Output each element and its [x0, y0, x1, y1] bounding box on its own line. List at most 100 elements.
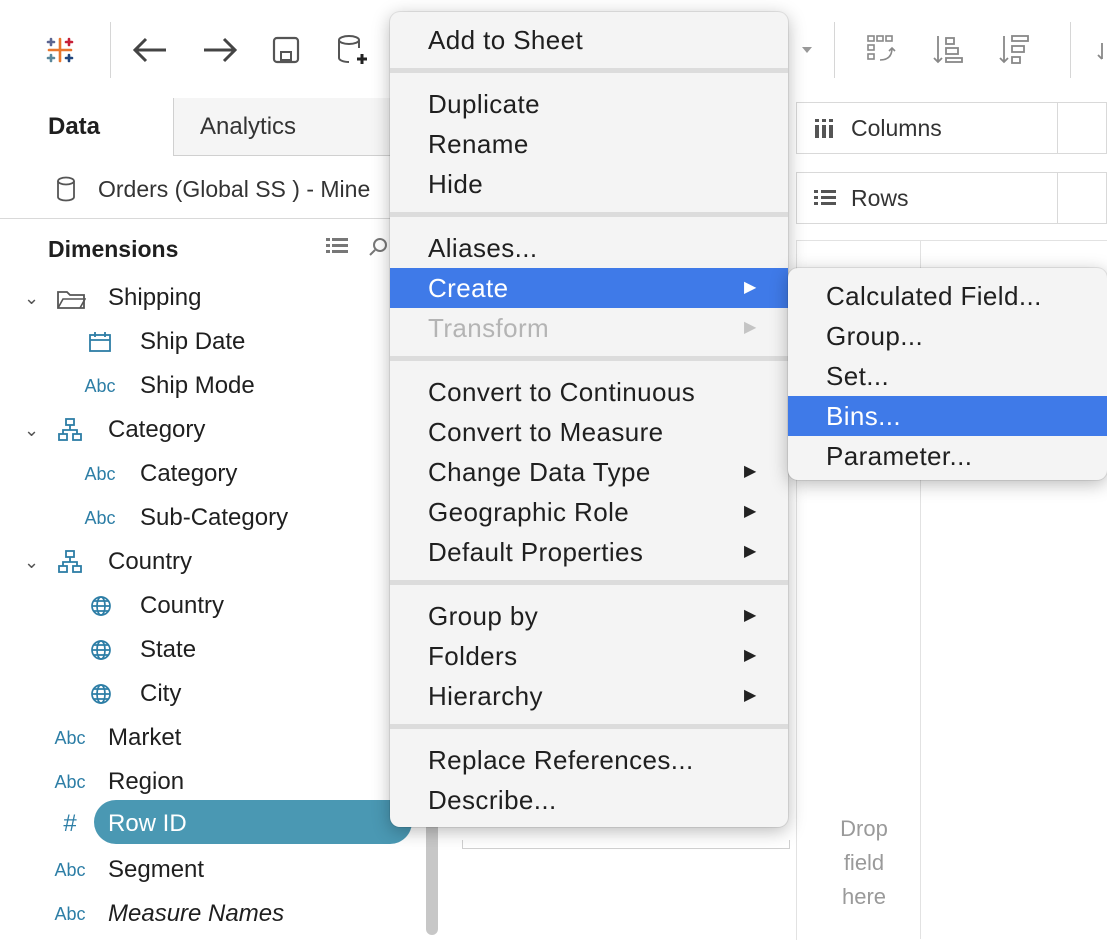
dimension-label: Shipping	[108, 284, 202, 311]
columns-shelf-drop[interactable]	[1058, 102, 1107, 154]
dimension-label: Ship Date	[140, 328, 246, 355]
submenu-arrow-icon: ▶	[744, 463, 757, 480]
chevron-down-icon[interactable]: ⌄	[24, 288, 39, 309]
menu-item-hierarchy[interactable]: Hierarchy ▶	[390, 676, 788, 716]
new-data-source-icon[interactable]	[332, 30, 372, 70]
dimension-label: Country	[140, 592, 225, 619]
dimension-label: Region	[108, 768, 185, 795]
menu-item-geographic-role[interactable]: Geographic Role ▶	[390, 492, 788, 532]
menu-item-label: Default Properties	[428, 537, 644, 567]
hierarchy-icon	[58, 418, 82, 449]
menu-item-label: Rename	[428, 129, 529, 159]
submenu-arrow-icon: ▶	[744, 543, 757, 560]
dimension-row-id[interactable]: # Row ID	[0, 802, 420, 846]
menu-item-hide[interactable]: Hide	[390, 164, 788, 204]
database-icon	[56, 176, 76, 208]
chevron-down-icon[interactable]: ⌄	[24, 552, 39, 573]
menu-item-describe[interactable]: Describe...	[390, 780, 788, 820]
submenu-item-parameter[interactable]: Parameter...	[788, 436, 1107, 476]
globe-icon	[90, 683, 112, 712]
menu-item-label: Create	[428, 273, 509, 303]
sort-ascending-icon[interactable]	[928, 30, 968, 70]
menu-item-convert-to-measure[interactable]: Convert to Measure	[390, 412, 788, 452]
dimension-folder-shipping[interactable]: ⌄ Shipping	[0, 276, 420, 320]
dimension-ship-mode[interactable]: Abc Ship Mode	[0, 364, 420, 408]
submenu-item-group[interactable]: Group...	[788, 316, 1107, 356]
menu-item-aliases[interactable]: Aliases...	[390, 228, 788, 268]
dimension-label: Ship Mode	[140, 372, 255, 399]
data-source-row[interactable]: Orders (Global SS ) - Mine	[0, 160, 420, 219]
dimension-city[interactable]: City	[0, 672, 420, 716]
dimension-hierarchy-country[interactable]: ⌄ Country	[0, 540, 420, 584]
menu-item-label: Hierarchy	[428, 681, 543, 711]
submenu-arrow-icon: ▶	[744, 607, 757, 624]
dimension-label: Category	[140, 460, 238, 487]
dimension-country[interactable]: Country	[0, 584, 420, 628]
list-view-icon[interactable]	[326, 236, 348, 261]
field-context-menu: Add to Sheet Duplicate Rename Hide Alias…	[390, 12, 788, 827]
string-type-icon: Abc	[54, 727, 86, 748]
dimension-market[interactable]: Abc Market	[0, 716, 420, 760]
chevron-down-icon[interactable]: ⌄	[24, 420, 39, 441]
dimension-measure-names[interactable]: Abc Measure Names	[0, 892, 420, 936]
menu-item-label: Replace References...	[428, 745, 694, 775]
partial-toolbar-icon[interactable]	[1088, 30, 1107, 70]
rows-shelf-drop[interactable]	[1058, 172, 1107, 224]
dimension-label: Segment	[108, 856, 205, 883]
submenu-arrow-icon: ▶	[744, 279, 757, 296]
hierarchy-icon	[58, 550, 82, 581]
tab-analytics[interactable]: Analytics	[174, 98, 420, 156]
columns-shelf-label: Columns	[796, 102, 1058, 154]
forward-arrow-icon[interactable]	[200, 30, 240, 70]
dimension-label: Measure Names	[108, 900, 285, 927]
sort-descending-icon[interactable]	[994, 30, 1034, 70]
dimension-segment[interactable]: Abc Segment	[0, 848, 420, 892]
dimension-ship-date[interactable]: Ship Date	[0, 320, 420, 364]
dimension-region[interactable]: Abc Region	[0, 760, 420, 804]
menu-item-label: Hide	[428, 169, 484, 199]
dimensions-header: Dimensions	[0, 222, 420, 276]
dimension-category[interactable]: Abc Category	[0, 452, 420, 496]
dimension-label: Market	[108, 724, 182, 751]
menu-item-rename[interactable]: Rename	[390, 124, 788, 164]
menu-item-duplicate[interactable]: Duplicate	[390, 84, 788, 124]
menu-item-change-data-type[interactable]: Change Data Type ▶	[390, 452, 788, 492]
back-arrow-icon[interactable]	[130, 30, 170, 70]
tab-data[interactable]: Data	[0, 98, 174, 156]
drop-hint-line: Drop	[840, 816, 888, 841]
menu-item-add-to-sheet[interactable]: Add to Sheet	[390, 20, 788, 60]
save-icon[interactable]	[266, 30, 306, 70]
submenu-item-set[interactable]: Set...	[788, 356, 1107, 396]
string-type-icon: Abc	[84, 375, 116, 396]
rows-shelf-title: Rows	[851, 184, 909, 211]
string-type-icon: Abc	[54, 859, 86, 880]
data-pane-scrollbar[interactable]	[426, 820, 438, 935]
menu-separator	[390, 580, 788, 585]
menu-separator	[390, 356, 788, 361]
submenu-item-label: Parameter...	[826, 441, 973, 471]
dimension-label: Category	[108, 416, 206, 443]
dimension-sub-category[interactable]: Abc Sub-Category	[0, 496, 420, 540]
menu-item-convert-to-continuous[interactable]: Convert to Continuous	[390, 372, 788, 412]
menu-item-label: Convert to Continuous	[428, 377, 696, 407]
dropdown-caret-icon[interactable]	[792, 30, 822, 70]
menu-item-label: Describe...	[428, 785, 557, 815]
menu-item-default-properties[interactable]: Default Properties ▶	[390, 532, 788, 572]
menu-item-replace-references[interactable]: Replace References...	[390, 740, 788, 780]
tableau-logo-icon[interactable]	[40, 30, 80, 70]
menu-item-group-by[interactable]: Group by ▶	[390, 596, 788, 636]
submenu-arrow-icon: ▶	[744, 319, 757, 336]
string-type-icon: Abc	[84, 463, 116, 484]
dimension-label: Sub-Category	[140, 504, 289, 531]
submenu-item-label: Bins...	[826, 401, 902, 431]
menu-item-create[interactable]: Create ▶	[390, 268, 788, 308]
search-icon[interactable]	[368, 236, 388, 263]
menu-item-folders[interactable]: Folders ▶	[390, 636, 788, 676]
dimension-state[interactable]: State	[0, 628, 420, 672]
submenu-item-bins[interactable]: Bins...	[788, 396, 1107, 436]
submenu-item-calculated-field[interactable]: Calculated Field...	[788, 276, 1107, 316]
submenu-arrow-icon: ▶	[744, 647, 757, 664]
dimension-hierarchy-category[interactable]: ⌄ Category	[0, 408, 420, 452]
swap-rows-columns-icon[interactable]	[862, 30, 902, 70]
menu-item-label: Geographic Role	[428, 497, 630, 527]
